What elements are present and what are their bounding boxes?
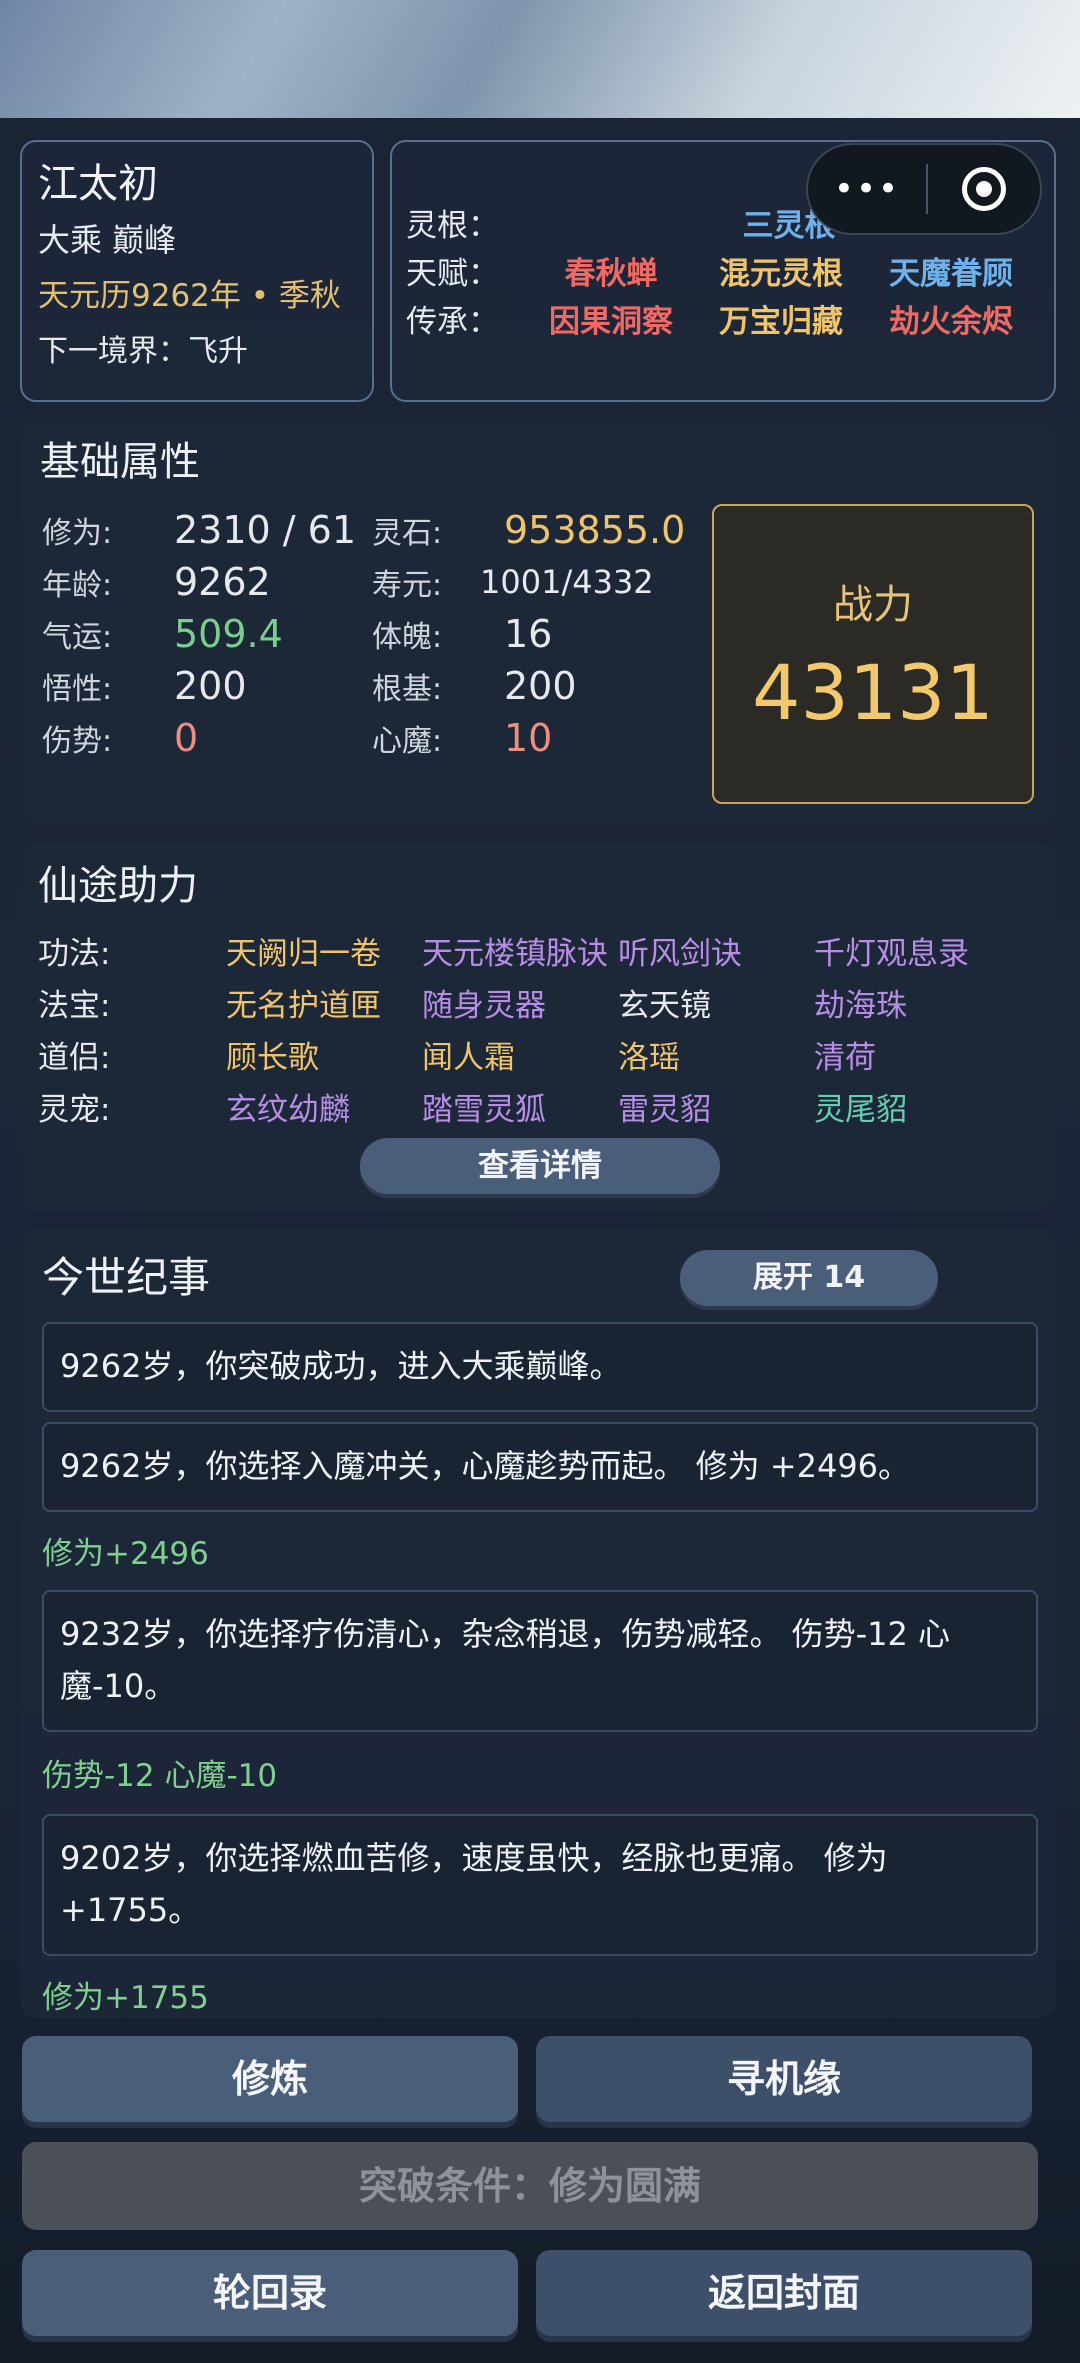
more-dots-icon[interactable]: ••• bbox=[808, 169, 926, 209]
combat-power-value: 43131 bbox=[752, 647, 994, 737]
stat-value: 200 bbox=[504, 664, 577, 708]
reincarnation-log-button[interactable]: 轮回录 bbox=[22, 2250, 518, 2336]
assist-item[interactable]: 千灯观息录 bbox=[814, 928, 1010, 973]
stat-label: 灵石: bbox=[372, 516, 443, 551]
assist-row-label: 道侣: bbox=[38, 1039, 111, 1076]
view-details-button[interactable]: 查看详情 bbox=[360, 1138, 720, 1194]
chronicle-gain: 伤势-12 心魔-10 bbox=[42, 1758, 278, 1794]
assist-row-label: 功法: bbox=[38, 935, 111, 972]
assist-item[interactable]: 天阙归一卷 bbox=[226, 928, 422, 973]
assist-item[interactable]: 雷灵貂 bbox=[618, 1084, 814, 1129]
chronicle-entry: 9262岁，你突破成功，进入大乘巅峰。 bbox=[42, 1322, 1038, 1412]
stat-value: 9262 bbox=[174, 560, 271, 604]
assist-item[interactable]: 踏雪灵狐 bbox=[422, 1084, 618, 1129]
stat-cultivation: 修为: 2310 / 61 bbox=[42, 504, 356, 556]
heritage-item[interactable]: 因果洞察 bbox=[526, 296, 696, 341]
stats-title: 基础属性 bbox=[40, 439, 200, 485]
expand-button[interactable]: 展开 14 bbox=[680, 1250, 938, 1306]
stat-spirit-stone: 灵石: 953855.0 bbox=[372, 504, 685, 556]
stat-value: 16 bbox=[504, 612, 553, 656]
combat-power-label: 战力 bbox=[833, 581, 913, 628]
stat-value: 10 bbox=[504, 716, 553, 760]
back-to-cover-button[interactable]: 返回封面 bbox=[536, 2250, 1032, 2336]
character-name: 江太初 bbox=[38, 161, 158, 207]
stat-demon: 心魔: 10 bbox=[372, 712, 552, 764]
heritage-item[interactable]: 万宝归藏 bbox=[696, 296, 866, 341]
game-date: 天元历9262年 • 季秋 bbox=[38, 278, 341, 314]
assist-item[interactable]: 随身灵器 bbox=[422, 980, 618, 1025]
stat-value: 200 bbox=[174, 664, 247, 708]
assist-row-treasures: 法宝: 无名护道匣 随身灵器 玄天镜 劫海珠 bbox=[38, 976, 1038, 1028]
assist-item[interactable]: 闻人霜 bbox=[422, 1032, 618, 1077]
chronicle-entry: 9232岁，你选择疗伤清心，杂念稍退，伤势减轻。 伤势-12 心魔-10。 bbox=[42, 1590, 1038, 1732]
stat-label: 气运: bbox=[42, 620, 113, 655]
assist-item[interactable]: 天元楼镇脉诀 bbox=[422, 928, 618, 973]
assist-item[interactable]: 听风剑诀 bbox=[618, 928, 814, 973]
stat-value: 509.4 bbox=[174, 612, 283, 656]
stat-label: 寿元: bbox=[372, 568, 443, 603]
assist-panel: 仙途助力 功法: 天阙归一卷 天元楼镇脉诀 听风剑诀 千灯观息录 法宝: 无名护… bbox=[20, 842, 1056, 1210]
basic-stats-panel: 基础属性 修为: 2310 / 61 灵石: 953855.0 年龄: 9262… bbox=[20, 418, 1056, 824]
stat-label: 悟性: bbox=[42, 672, 113, 707]
stat-label: 修为: bbox=[42, 516, 113, 551]
talent-row: 天赋： 春秋蝉 混元灵根 天魔眷顾 bbox=[406, 246, 1040, 294]
stat-foundation: 根基: 200 bbox=[372, 660, 577, 712]
character-realm: 大乘 巅峰 bbox=[38, 221, 177, 259]
stat-luck: 气运: 509.4 bbox=[42, 608, 283, 660]
stat-label: 年龄: bbox=[42, 568, 113, 603]
assist-row-label: 灵宠: bbox=[38, 1091, 111, 1128]
stat-label: 心魔: bbox=[372, 724, 443, 759]
assist-item[interactable]: 灵尾貂 bbox=[814, 1084, 1010, 1129]
talent-label: 天赋： bbox=[406, 255, 499, 292]
assist-item[interactable]: 顾长歌 bbox=[226, 1032, 422, 1077]
stat-injury: 伤势: 0 bbox=[42, 712, 198, 764]
stat-value: 953855.0 bbox=[504, 508, 686, 552]
combat-power-box: 战力 43131 bbox=[712, 504, 1034, 804]
miniprogram-capsule: ••• bbox=[806, 143, 1042, 235]
stat-label: 根基: bbox=[372, 672, 443, 707]
assist-item[interactable]: 洛瑶 bbox=[618, 1032, 814, 1077]
assist-item[interactable]: 玄纹幼麟 bbox=[226, 1084, 422, 1129]
assist-item[interactable]: 玄天镜 bbox=[618, 980, 814, 1025]
assist-row-companions: 道侣: 顾长歌 闻人霜 洛瑶 清荷 bbox=[38, 1028, 1038, 1080]
stat-value: 2310 / 61 bbox=[174, 508, 357, 552]
background-landscape bbox=[0, 0, 1080, 120]
talent-item[interactable]: 混元灵根 bbox=[696, 248, 866, 293]
stat-value: 0 bbox=[174, 716, 199, 760]
breakthrough-button[interactable]: 突破条件：修为圆满 bbox=[22, 2142, 1038, 2230]
stat-label: 体魄: bbox=[372, 620, 443, 655]
assist-row-pets: 灵宠: 玄纹幼麟 踏雪灵狐 雷灵貂 灵尾貂 bbox=[38, 1080, 1038, 1132]
stat-value: 1001/4332 bbox=[480, 563, 654, 601]
cultivate-button[interactable]: 修炼 bbox=[22, 2036, 518, 2122]
heritage-label: 传承： bbox=[406, 303, 499, 340]
stat-age: 年龄: 9262 bbox=[42, 556, 271, 608]
assist-row-techniques: 功法: 天阙归一卷 天元楼镇脉诀 听风剑诀 千灯观息录 bbox=[38, 924, 1038, 976]
assist-item[interactable]: 劫海珠 bbox=[814, 980, 1010, 1025]
character-card: 江太初 大乘 巅峰 天元历9262年 • 季秋 下一境界：飞升 bbox=[20, 140, 374, 402]
assist-row-label: 法宝: bbox=[38, 987, 111, 1024]
heritage-item[interactable]: 劫火余烬 bbox=[866, 296, 1036, 341]
assist-item[interactable]: 无名护道匣 bbox=[226, 980, 422, 1025]
assist-item[interactable]: 清荷 bbox=[814, 1032, 1010, 1077]
record-circle-icon[interactable] bbox=[928, 167, 1040, 211]
stat-label: 伤势: bbox=[42, 724, 113, 759]
chronicle-panel: 今世纪事 展开 14 9262岁，你突破成功，进入大乘巅峰。 9262岁，你选择… bbox=[20, 1228, 1056, 2018]
chronicle-gain: 修为+2496 bbox=[42, 1536, 209, 1572]
talent-item[interactable]: 天魔眷顾 bbox=[866, 248, 1036, 293]
next-realm: 下一境界：飞升 bbox=[38, 334, 248, 369]
stat-insight: 悟性: 200 bbox=[42, 660, 247, 712]
stat-lifespan: 寿元: 1001/4332 bbox=[372, 556, 654, 608]
heritage-row: 传承： 因果洞察 万宝归藏 劫火余烬 bbox=[406, 294, 1040, 342]
chronicle-gain: 修为+1755 bbox=[42, 1980, 209, 2016]
seek-opportunity-button[interactable]: 寻机缘 bbox=[536, 2036, 1032, 2122]
talent-item[interactable]: 春秋蝉 bbox=[526, 248, 696, 293]
chronicle-entry: 9262岁，你选择入魔冲关，心魔趁势而起。 修为 +2496。 bbox=[42, 1422, 1038, 1512]
stat-physique: 体魄: 16 bbox=[372, 608, 552, 660]
spirit-root-label: 灵根： bbox=[406, 207, 499, 244]
assist-title: 仙途助力 bbox=[38, 863, 198, 909]
chronicle-entry: 9202岁，你选择燃血苦修，速度虽快，经脉也更痛。 修为 +1755。 bbox=[42, 1814, 1038, 1956]
